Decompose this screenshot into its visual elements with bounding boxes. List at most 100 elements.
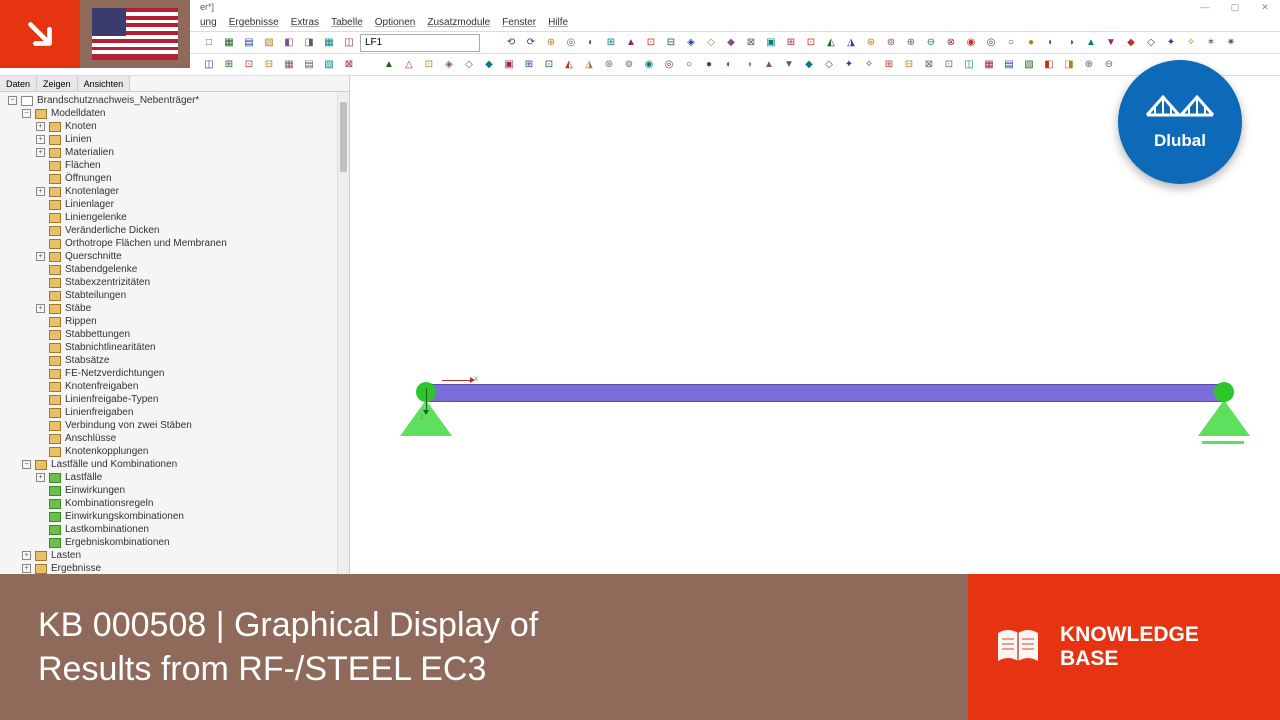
toolbar-button[interactable]: ◫: [340, 34, 358, 52]
project-tree[interactable]: −Brandschutznachweis_Nebenträger*−Modell…: [0, 92, 349, 590]
close-button[interactable]: ✕: [1250, 0, 1280, 14]
menu-item[interactable]: Hilfe: [548, 17, 568, 28]
toolbar-button[interactable]: ✧: [1182, 34, 1200, 52]
tree-item[interactable]: Stabexzentrizitäten: [4, 276, 345, 289]
toolbar-button[interactable]: ⊞: [880, 56, 898, 74]
toolbar-button[interactable]: ●: [1022, 34, 1040, 52]
nav-tab-data[interactable]: Daten: [0, 76, 37, 91]
nav-tab-views[interactable]: Ansichten: [78, 76, 131, 91]
toolbar-button[interactable]: ⊚: [882, 34, 900, 52]
tree-item[interactable]: Veränderliche Dicken: [4, 224, 345, 237]
menu-item[interactable]: Tabelle: [331, 17, 363, 28]
toolbar-button[interactable]: ⊟: [900, 56, 918, 74]
tree-item[interactable]: +Lasten: [4, 549, 345, 562]
maximize-button[interactable]: ▢: [1220, 0, 1250, 14]
toolbar-button[interactable]: ●: [700, 56, 718, 74]
toolbar-button[interactable]: ◭: [822, 34, 840, 52]
toolbar-button[interactable]: ◨: [300, 34, 318, 52]
toolbar-button[interactable]: ⊞: [520, 56, 538, 74]
tree-item[interactable]: Stabnichtlinearitäten: [4, 341, 345, 354]
toolbar-button[interactable]: ▲: [622, 34, 640, 52]
toolbar-button[interactable]: ⊟: [662, 34, 680, 52]
toolbar-button[interactable]: ✦: [1162, 34, 1180, 52]
toolbar-button[interactable]: ◎: [982, 34, 1000, 52]
tree-item[interactable]: Stabendgelenke: [4, 263, 345, 276]
toolbar-button[interactable]: ▤: [1000, 56, 1018, 74]
toolbar-button[interactable]: ▦: [280, 56, 298, 74]
toolbar-button[interactable]: ⟳: [522, 34, 540, 52]
toolbar-button[interactable]: △: [400, 56, 418, 74]
tree-item[interactable]: Öffnungen: [4, 172, 345, 185]
toolbar-button[interactable]: ✷: [1222, 34, 1240, 52]
toolbar-button[interactable]: ⊡: [540, 56, 558, 74]
toolbar-button[interactable]: ◎: [562, 34, 580, 52]
tree-item[interactable]: −Brandschutznachweis_Nebenträger*: [4, 94, 345, 107]
tree-item[interactable]: Lastkombinationen: [4, 523, 345, 536]
toolbar-button[interactable]: ◇: [702, 34, 720, 52]
toolbar-button[interactable]: ⊗: [942, 34, 960, 52]
toolbar-button[interactable]: ▤: [240, 34, 258, 52]
tree-item[interactable]: +Linien: [4, 133, 345, 146]
toolbar-button[interactable]: ◇: [1142, 34, 1160, 52]
nav-tab-display[interactable]: Zeigen: [37, 76, 78, 91]
toolbar-button[interactable]: ▧: [260, 34, 278, 52]
toolbar-button[interactable]: ⊞: [602, 34, 620, 52]
tree-item[interactable]: Linienlager: [4, 198, 345, 211]
toolbar-button[interactable]: ▼: [780, 56, 798, 74]
toolbar-button[interactable]: ◆: [1122, 34, 1140, 52]
tree-item[interactable]: Linienfreigabe-Typen: [4, 393, 345, 406]
toolbar-button[interactable]: ⊛: [862, 34, 880, 52]
toolbar-button[interactable]: ▲: [380, 56, 398, 74]
menu-item[interactable]: Ergebnisse: [229, 17, 279, 28]
toolbar-button[interactable]: ◈: [682, 34, 700, 52]
toolbar-button[interactable]: ⊡: [642, 34, 660, 52]
scrollbar-vertical[interactable]: [337, 92, 349, 574]
toolbar-button[interactable]: ⊡: [420, 56, 438, 74]
toolbar-button[interactable]: ◉: [962, 34, 980, 52]
toolbar-button[interactable]: ◎: [660, 56, 678, 74]
tree-item[interactable]: +Knoten: [4, 120, 345, 133]
tree-item[interactable]: Stabsätze: [4, 354, 345, 367]
toolbar-button[interactable]: ◆: [722, 34, 740, 52]
toolbar-button[interactable]: ▧: [1020, 56, 1038, 74]
node-right[interactable]: [1214, 382, 1234, 402]
toolbar-button[interactable]: ◆: [480, 56, 498, 74]
tree-item[interactable]: Stabteilungen: [4, 289, 345, 302]
toolbar-button[interactable]: ◭: [560, 56, 578, 74]
toolbar-button[interactable]: ▤: [300, 56, 318, 74]
tree-item[interactable]: Knotenfreigaben: [4, 380, 345, 393]
tree-item[interactable]: +Materialien: [4, 146, 345, 159]
toolbar-button[interactable]: ▣: [762, 34, 780, 52]
toolbar-button[interactable]: [482, 34, 500, 52]
tree-item[interactable]: Rippen: [4, 315, 345, 328]
toolbar-button[interactable]: ▦: [980, 56, 998, 74]
toolbar-button[interactable]: ▣: [500, 56, 518, 74]
loadcase-select[interactable]: LF1: [360, 34, 480, 52]
toolbar-button[interactable]: ◆: [800, 56, 818, 74]
tree-item[interactable]: Flächen: [4, 159, 345, 172]
toolbar-button[interactable]: □: [200, 34, 218, 52]
tree-item[interactable]: Verbindung von zwei Stäben: [4, 419, 345, 432]
toolbar-button[interactable]: ⊛: [600, 56, 618, 74]
toolbar-button[interactable]: ⊖: [922, 34, 940, 52]
minimize-button[interactable]: —: [1190, 0, 1220, 14]
tree-item[interactable]: Einwirkungskombinationen: [4, 510, 345, 523]
toolbar-button[interactable]: ◐: [720, 56, 738, 74]
menu-item[interactable]: Fenster: [502, 17, 536, 28]
toolbar-button[interactable]: ⊖: [1100, 56, 1118, 74]
tree-item[interactable]: +Querschnitte: [4, 250, 345, 263]
tree-item[interactable]: Knotenkopplungen: [4, 445, 345, 458]
toolbar-button[interactable]: ⊕: [1080, 56, 1098, 74]
tree-item[interactable]: Kombinationsregeln: [4, 497, 345, 510]
toolbar-button[interactable]: ◫: [960, 56, 978, 74]
toolbar-button[interactable]: ⊚: [620, 56, 638, 74]
toolbar-button[interactable]: ◮: [842, 34, 860, 52]
tree-item[interactable]: +Lastfälle: [4, 471, 345, 484]
toolbar-button[interactable]: ⊞: [782, 34, 800, 52]
tree-item[interactable]: Anschlüsse: [4, 432, 345, 445]
menu-item[interactable]: ung: [200, 17, 217, 28]
toolbar-button[interactable]: ◨: [1060, 56, 1078, 74]
toolbar-button[interactable]: ⊡: [240, 56, 258, 74]
tree-item[interactable]: +Stäbe: [4, 302, 345, 315]
toolbar-button[interactable]: ◐: [582, 34, 600, 52]
